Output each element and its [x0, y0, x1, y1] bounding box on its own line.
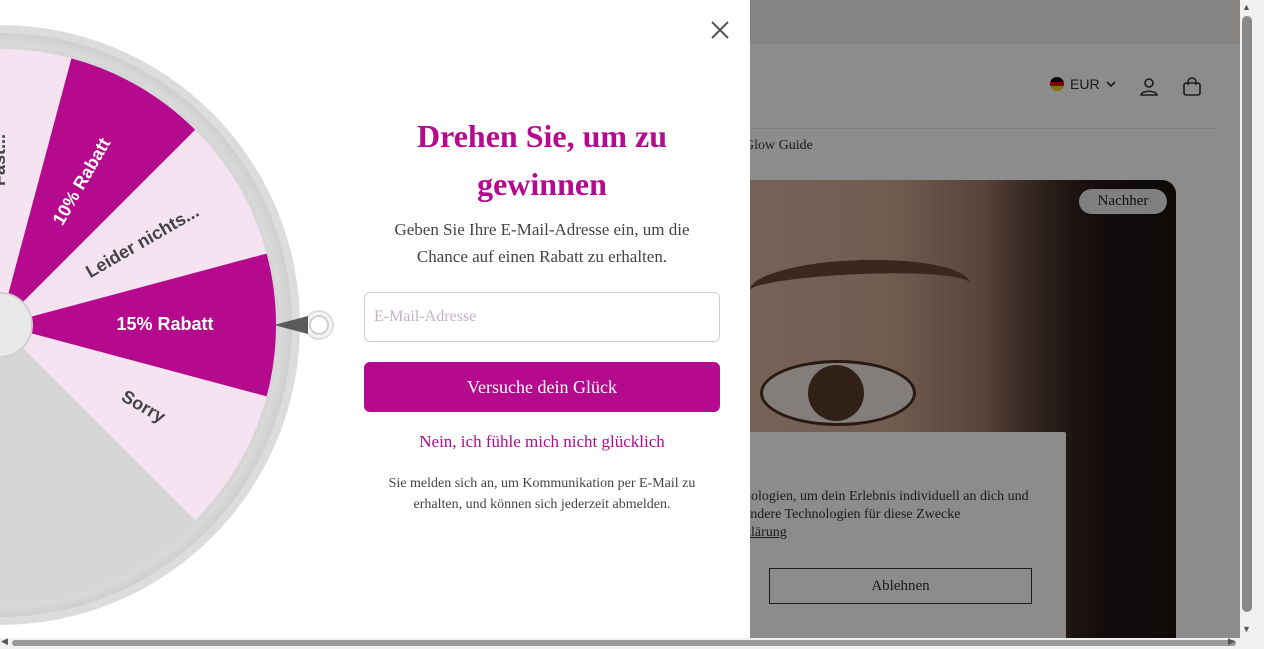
- spin-button[interactable]: Versuche dein Glück: [364, 362, 720, 412]
- vertical-scroll-thumb[interactable]: [1242, 16, 1252, 612]
- horizontal-scrollbar[interactable]: ◀ ▶: [0, 636, 1264, 649]
- horizontal-scroll-thumb[interactable]: [12, 640, 1236, 646]
- close-icon: [711, 21, 729, 39]
- wheel-segment-label: Fast...: [0, 134, 9, 186]
- popup-disclaimer: Sie melden sich an, um Kommunikation per…: [388, 476, 696, 512]
- vertical-scrollbar[interactable]: ▲ ▼: [1240, 0, 1264, 638]
- spin-wheel-popup: Sorry...5% RabattFast...10% RabattLeider…: [0, 0, 750, 638]
- scroll-down-icon[interactable]: ▼: [1242, 624, 1251, 634]
- popup-title: Drehen Sie, um zu gewinnen: [416, 118, 668, 202]
- close-popup-button[interactable]: [706, 16, 734, 44]
- scroll-up-icon[interactable]: ▲: [1242, 2, 1251, 12]
- email-input[interactable]: [364, 292, 720, 342]
- decline-link[interactable]: Nein, ich fühle mich nicht glücklich: [364, 432, 720, 452]
- popup-subtitle: Geben Sie Ihre E-Mail-Adresse ein, um di…: [394, 220, 690, 266]
- wheel-segment-label: 15% Rabatt: [116, 314, 213, 334]
- prize-wheel: Sorry...5% RabattFast...10% RabattLeider…: [0, 25, 334, 625]
- scroll-right-icon[interactable]: ▶: [1228, 636, 1235, 647]
